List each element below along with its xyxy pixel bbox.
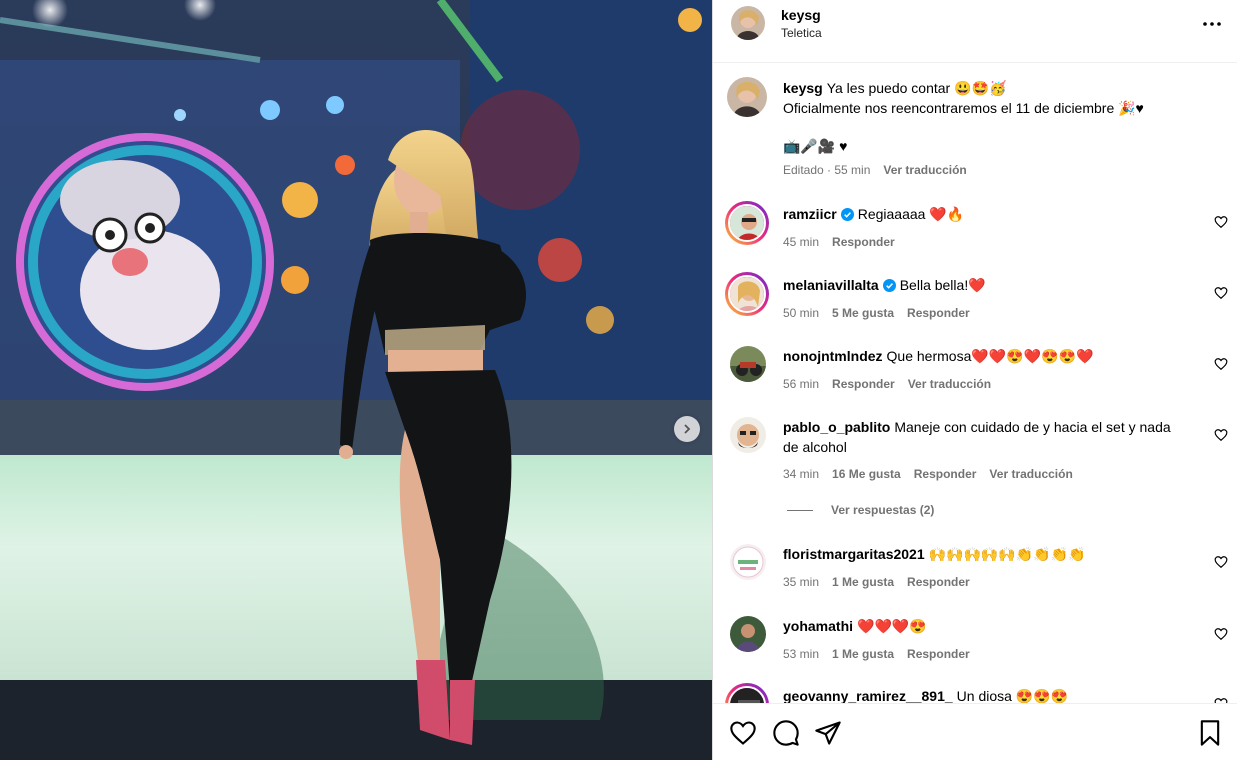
- comment-time: 45 min: [783, 235, 820, 249]
- commenter-avatar[interactable]: [730, 616, 766, 652]
- comment-item: ramziicr Regiaaaaa ❤️🔥 45 min Responder: [713, 201, 1237, 261]
- post-image: [0, 0, 712, 760]
- reply-button[interactable]: Responder: [832, 235, 895, 249]
- heart-icon[interactable]: [1214, 286, 1228, 300]
- reply-button[interactable]: Responder: [832, 377, 895, 391]
- caption-line-2: Oficialmente nos reencontraremos el 11 d…: [783, 100, 1144, 116]
- see-translation-button[interactable]: Ver traducción: [883, 163, 966, 177]
- comment-item: pablo_o_pablito Maneje con cuidado de y h…: [713, 414, 1237, 524]
- post-caption: keysg Ya les puedo contar 😃🤩🥳 Oficialment…: [713, 75, 1237, 185]
- reply-button[interactable]: Responder: [907, 306, 970, 320]
- comment-text-continued: de alcohol: [783, 439, 847, 455]
- comment-text: Regiaaaaa ❤️🔥: [857, 206, 965, 222]
- heart-icon[interactable]: [729, 719, 757, 747]
- comment-time: 34 min: [783, 467, 820, 481]
- verified-badge-icon: [882, 279, 896, 292]
- view-replies-button[interactable]: Ver respuestas (2): [787, 503, 934, 517]
- action-bar: [713, 703, 1237, 760]
- reply-button[interactable]: Responder: [907, 647, 970, 661]
- author-avatar[interactable]: [731, 6, 765, 40]
- comment-time: 50 min: [783, 306, 820, 320]
- comment-username[interactable]: nonojntmlndez: [783, 348, 883, 364]
- comment-text: Que hermosa❤️❤️😍❤️😍😍❤️: [886, 348, 1094, 364]
- bookmark-icon[interactable]: [1196, 719, 1224, 747]
- likes-count[interactable]: 1 Me gusta: [832, 575, 894, 589]
- heart-icon[interactable]: [1214, 555, 1228, 569]
- likes-count[interactable]: 16 Me gusta: [832, 467, 901, 481]
- view-replies-label: Ver respuestas (2): [831, 503, 935, 517]
- comment-text: Bella bella!❤️: [899, 277, 986, 293]
- comment-text: Maneje con cuidado de y hacia el set y n…: [894, 419, 1171, 435]
- commenter-avatar[interactable]: [728, 204, 766, 242]
- commenter-avatar[interactable]: [730, 346, 766, 382]
- comment-item: melaniavillalta Bella bella!❤️ 50 min 5 M…: [713, 272, 1237, 332]
- comment-item: yohamathi ❤️❤️❤️😍 53 min 1 Me gusta Respo…: [713, 613, 1237, 673]
- see-translation-button[interactable]: Ver traducción: [989, 467, 1072, 481]
- heart-icon[interactable]: [1214, 428, 1228, 442]
- comment-item: geovanny_ramirez__891_ Un diosa 😍😍😍: [713, 683, 1237, 704]
- verified-badge-icon: [840, 208, 854, 221]
- chevron-right-icon: [684, 424, 691, 434]
- caption-line-3: 📺🎤🎥 ♥: [783, 138, 848, 154]
- comments-list[interactable]: keysg Ya les puedo contar 😃🤩🥳 Oficialment…: [713, 63, 1237, 704]
- caption-username[interactable]: keysg: [783, 80, 823, 96]
- reply-button[interactable]: Responder: [914, 467, 977, 481]
- post-location[interactable]: Teletica: [781, 26, 822, 40]
- comment-username[interactable]: geovanny_ramirez__891_: [783, 688, 953, 704]
- see-translation-button[interactable]: Ver traducción: [908, 377, 991, 391]
- post-photo[interactable]: [0, 0, 712, 760]
- post-side-panel: keysg Teletica keysg Ya les puedo contar …: [712, 0, 1237, 760]
- comment-item: nonojntmlndez Que hermosa❤️❤️😍❤️😍😍❤️ 56 m…: [713, 343, 1237, 403]
- replies-divider: [787, 509, 813, 511]
- author-username[interactable]: keysg: [781, 7, 821, 23]
- comment-username[interactable]: yohamathi: [783, 618, 853, 634]
- heart-icon[interactable]: [1214, 627, 1228, 641]
- comment-username[interactable]: melaniavillalta: [783, 277, 879, 293]
- caption-line-1: Ya les puedo contar 😃🤩🥳: [826, 80, 1007, 96]
- comment-username[interactable]: pablo_o_pablito: [783, 419, 890, 435]
- more-options-button[interactable]: [1201, 14, 1223, 34]
- likes-count[interactable]: 1 Me gusta: [832, 647, 894, 661]
- reply-button[interactable]: Responder: [907, 575, 970, 589]
- commenter-avatar[interactable]: [730, 544, 766, 580]
- comment-username[interactable]: ramziicr: [783, 206, 837, 222]
- next-image-button[interactable]: [674, 416, 700, 442]
- comment-text: 🙌🙌🙌🙌🙌👏👏👏👏: [928, 546, 1086, 562]
- comment-time: 53 min: [783, 647, 820, 661]
- share-icon[interactable]: [814, 719, 842, 747]
- likes-count[interactable]: 5 Me gusta: [832, 306, 894, 320]
- comment-item: floristmargaritas2021 🙌🙌🙌🙌🙌👏👏👏👏 35 min 1 …: [713, 541, 1237, 601]
- comment-time: 56 min: [783, 377, 820, 391]
- comment-text: ❤️❤️❤️😍: [857, 618, 927, 634]
- commenter-avatar[interactable]: [728, 275, 766, 313]
- comment-username[interactable]: floristmargaritas2021: [783, 546, 925, 562]
- post-header: keysg Teletica: [713, 0, 1237, 63]
- heart-icon[interactable]: [1214, 215, 1228, 229]
- heart-icon[interactable]: [1214, 357, 1228, 371]
- author-avatar[interactable]: [727, 77, 767, 117]
- more-options-icon: [1203, 22, 1221, 26]
- comment-icon[interactable]: [772, 719, 800, 747]
- comment-text: Un diosa 😍😍😍: [956, 688, 1069, 704]
- caption-time: Editado · 55 min: [783, 163, 871, 177]
- comment-time: 35 min: [783, 575, 820, 589]
- commenter-avatar[interactable]: [730, 417, 766, 453]
